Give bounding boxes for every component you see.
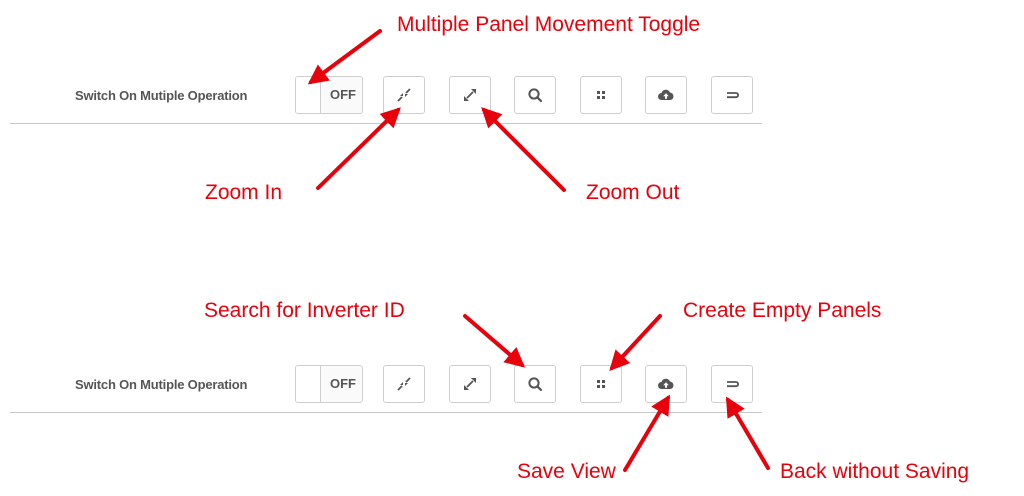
- annotation-arrows: [307, 29, 770, 472]
- arrow-multiple-panel-toggle: [307, 29, 382, 85]
- arrow-search-inverter: [463, 314, 526, 368]
- arrow-back-without-saving: [725, 396, 770, 470]
- arrow-zoom-in: [316, 107, 401, 190]
- arrow-zoom-out: [481, 107, 566, 192]
- arrow-create-empty-panels: [609, 314, 662, 371]
- arrow-save-view: [623, 394, 671, 472]
